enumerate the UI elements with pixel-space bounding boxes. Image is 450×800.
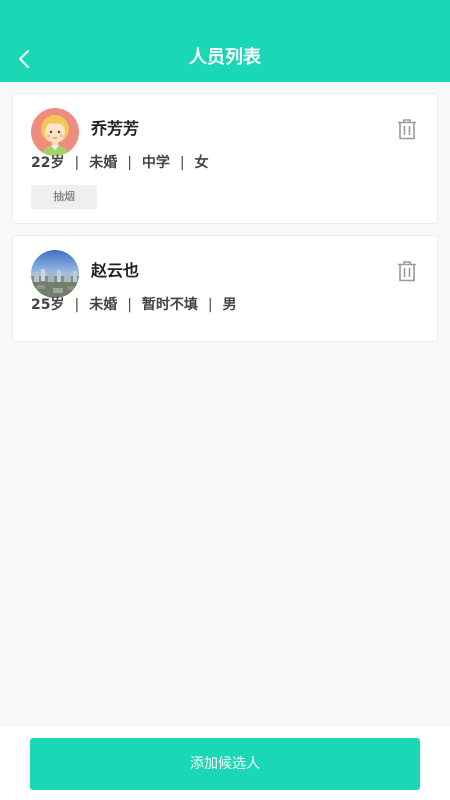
avatar xyxy=(31,250,79,298)
footer-bar: 添加候选人 xyxy=(0,727,450,800)
separator: | xyxy=(127,155,132,171)
avatar xyxy=(31,108,79,156)
page-title: 人员列表 xyxy=(189,47,261,68)
cartoon-girl-avatar-icon xyxy=(31,108,79,156)
trash-icon xyxy=(398,119,416,140)
person-card[interactable]: 乔芳芳 22岁 | 未婚 | 中学 | 女 抽烟 xyxy=(12,93,438,224)
education-text: 中学 xyxy=(141,155,170,171)
separator: | xyxy=(74,297,80,313)
person-info: 25岁 | 未婚 | 暂时不填 | 男 xyxy=(31,295,237,315)
marital-text: 未婚 xyxy=(89,155,118,171)
add-candidate-button[interactable]: 添加候选人 xyxy=(30,738,420,790)
habit-tag: 抽烟 xyxy=(31,185,97,209)
person-info: 22岁 | 未婚 | 中学 | 女 xyxy=(31,153,209,173)
person-name: 赵云也 xyxy=(91,261,140,280)
delete-button[interactable] xyxy=(397,260,417,282)
education-text: 暂时不填 xyxy=(141,297,198,313)
age-text: 22岁 xyxy=(31,155,65,171)
age-text: 25岁 xyxy=(31,297,65,313)
separator: | xyxy=(127,297,132,313)
person-name: 乔芳芳 xyxy=(91,119,140,138)
app-header: 人员列表 xyxy=(0,0,450,82)
marital-text: 未婚 xyxy=(89,297,118,313)
person-list: 乔芳芳 22岁 | 未婚 | 中学 | 女 抽烟 赵云也 25岁 | 未婚 | … xyxy=(12,93,438,353)
gender-text: 女 xyxy=(194,155,209,171)
gender-text: 男 xyxy=(222,297,237,313)
delete-button[interactable] xyxy=(397,118,417,140)
person-card[interactable]: 赵云也 25岁 | 未婚 | 暂时不填 | 男 xyxy=(12,235,438,342)
separator: | xyxy=(207,297,213,313)
separator: | xyxy=(74,155,80,171)
trash-icon xyxy=(398,261,416,282)
separator: | xyxy=(179,155,185,171)
cityscape-photo-avatar-icon xyxy=(31,250,79,298)
